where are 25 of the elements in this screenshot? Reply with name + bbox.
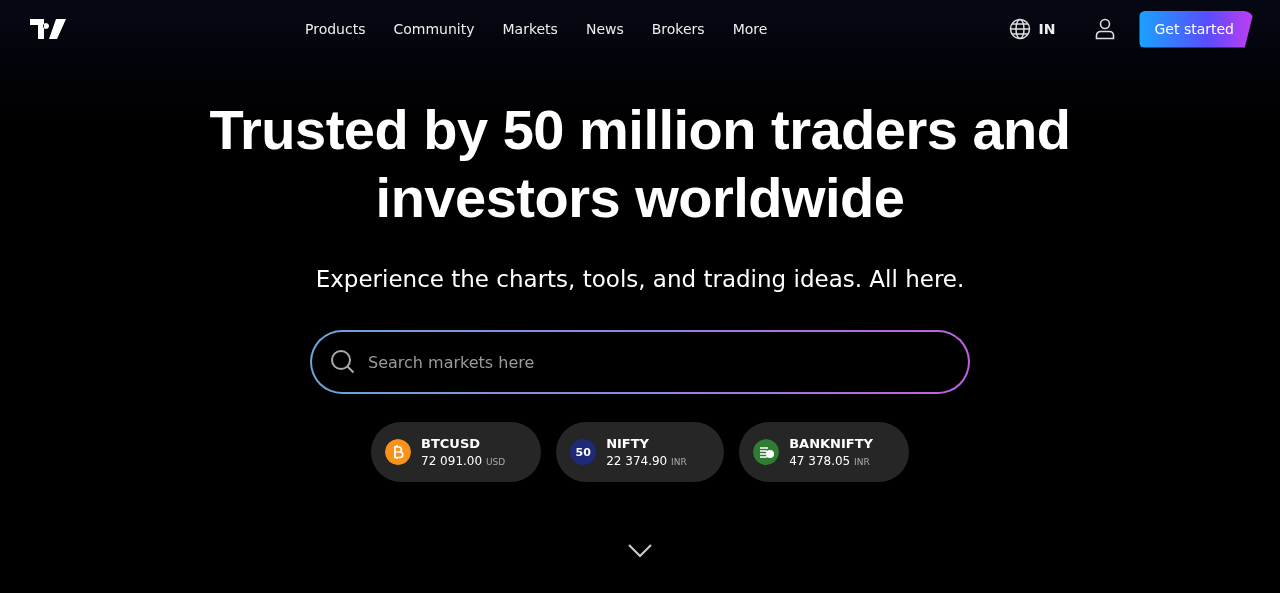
ticker-price: 72 091.00 USD: [421, 454, 506, 468]
nav-link[interactable]: Brokers: [651, 21, 705, 37]
logo-icon[interactable]: [30, 19, 66, 39]
nav-link[interactable]: More: [732, 21, 768, 37]
ticker-chip[interactable]: BTCUSD 72 091.00 USD: [371, 422, 542, 482]
ticker-symbol: BANKNIFTY: [789, 436, 873, 451]
user-icon[interactable]: [1095, 18, 1116, 40]
chevron-down-icon[interactable]: [628, 544, 652, 558]
ticker-price: 47 378.05 INR: [789, 454, 871, 468]
nav-link[interactable]: Markets: [502, 21, 558, 37]
nav-link[interactable]: Products: [305, 21, 366, 37]
region-button[interactable]: IN: [1008, 18, 1056, 40]
hero-subtitle: Experience the charts, tools, and trading ideas. All here.: [315, 266, 965, 292]
ticker-symbol: NIFTY: [606, 436, 651, 451]
hero-title: Trusted by 50 million traders and investors worldwide: [208, 97, 1072, 231]
nav-link[interactable]: News: [585, 21, 624, 37]
ticker-symbol: BTCUSD: [421, 436, 482, 451]
search-field[interactable]: Search markets here: [310, 330, 970, 394]
globe-icon: [1008, 18, 1031, 40]
ticker-price: 22 374.90 INR: [606, 454, 687, 468]
nav-link[interactable]: Community: [393, 21, 475, 37]
index-badge: 50: [570, 439, 597, 465]
ticker-chip[interactable]: BANKNIFTY 47 378.05 INR: [739, 422, 909, 482]
get-started-button[interactable]: Get started: [1139, 10, 1254, 48]
ticker-chip[interactable]: 50 NIFTY 22 374.90 INR: [556, 422, 725, 482]
